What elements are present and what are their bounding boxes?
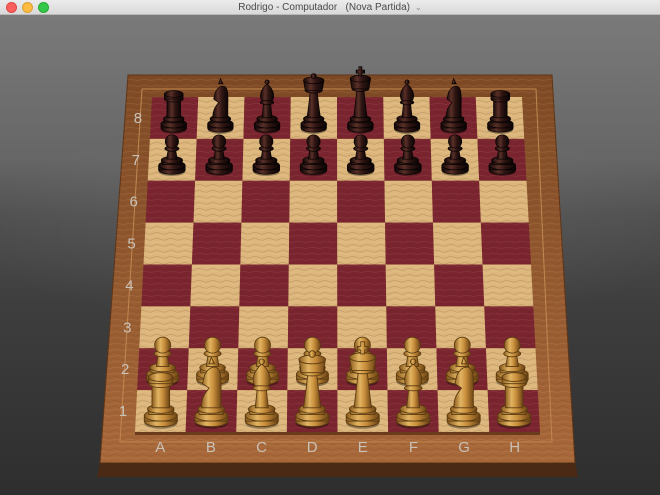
- chess-board[interactable]: 8 7 6 5 4 3 2 1 A B C D E F G H: [0, 15, 660, 495]
- rank-label: 6: [130, 194, 138, 211]
- chevron-down-icon[interactable]: ⌄: [415, 3, 422, 12]
- rank-label: 4: [125, 277, 133, 294]
- file-label: D: [307, 439, 318, 456]
- square-h6[interactable]: [479, 180, 529, 223]
- square-h5[interactable]: [480, 222, 531, 265]
- file-label: B: [206, 439, 216, 456]
- square-g5[interactable]: [432, 222, 483, 265]
- rank-label: 8: [134, 110, 142, 127]
- rank-label: 5: [127, 236, 135, 253]
- square-c6[interactable]: [241, 180, 290, 223]
- square-b5[interactable]: [191, 222, 242, 265]
- window-controls: [6, 2, 49, 13]
- chess-window: Rodrigo - Computador (Nova Partida) ⌄ 8 …: [0, 0, 660, 495]
- file-label: H: [509, 439, 520, 456]
- file-label: G: [458, 439, 470, 456]
- square-f6[interactable]: [384, 180, 433, 223]
- board-bevel: [135, 432, 540, 435]
- square-f5[interactable]: [385, 222, 435, 265]
- square-b4[interactable]: [190, 264, 241, 307]
- square-d6[interactable]: [289, 180, 338, 223]
- minimize-button[interactable]: [22, 2, 33, 13]
- file-label: F: [409, 439, 418, 456]
- square-a4[interactable]: [141, 264, 192, 307]
- square-f4[interactable]: [385, 264, 436, 307]
- square-a6[interactable]: [145, 180, 196, 223]
- square-c5[interactable]: [240, 222, 290, 265]
- square-g4[interactable]: [434, 264, 485, 307]
- title-bar[interactable]: Rodrigo - Computador (Nova Partida) ⌄: [0, 0, 660, 15]
- file-label: C: [256, 439, 267, 456]
- window-title: Rodrigo - Computador (Nova Partida): [238, 1, 411, 13]
- square-a5[interactable]: [143, 222, 194, 265]
- square-e5[interactable]: [337, 222, 386, 265]
- board-stage: 8 7 6 5 4 3 2 1 A B C D E F G H: [0, 15, 660, 495]
- zoom-button[interactable]: [38, 2, 49, 13]
- square-g6[interactable]: [431, 180, 481, 223]
- board-frame-edge: [97, 463, 578, 477]
- square-e6[interactable]: [337, 180, 386, 223]
- square-e4[interactable]: [337, 264, 387, 307]
- square-d4[interactable]: [288, 264, 338, 307]
- window-title-group[interactable]: Rodrigo - Computador (Nova Partida) ⌄: [238, 2, 421, 13]
- rank-label: 7: [132, 152, 140, 169]
- file-label: A: [155, 439, 165, 456]
- rank-label: 3: [123, 319, 131, 336]
- square-c4[interactable]: [239, 264, 289, 307]
- file-label: E: [358, 439, 368, 456]
- square-d5[interactable]: [288, 222, 338, 265]
- rank-label: 2: [121, 361, 129, 378]
- square-b6[interactable]: [193, 180, 243, 223]
- rank-label: 1: [119, 403, 127, 420]
- square-h4[interactable]: [482, 264, 534, 307]
- close-button[interactable]: [6, 2, 17, 13]
